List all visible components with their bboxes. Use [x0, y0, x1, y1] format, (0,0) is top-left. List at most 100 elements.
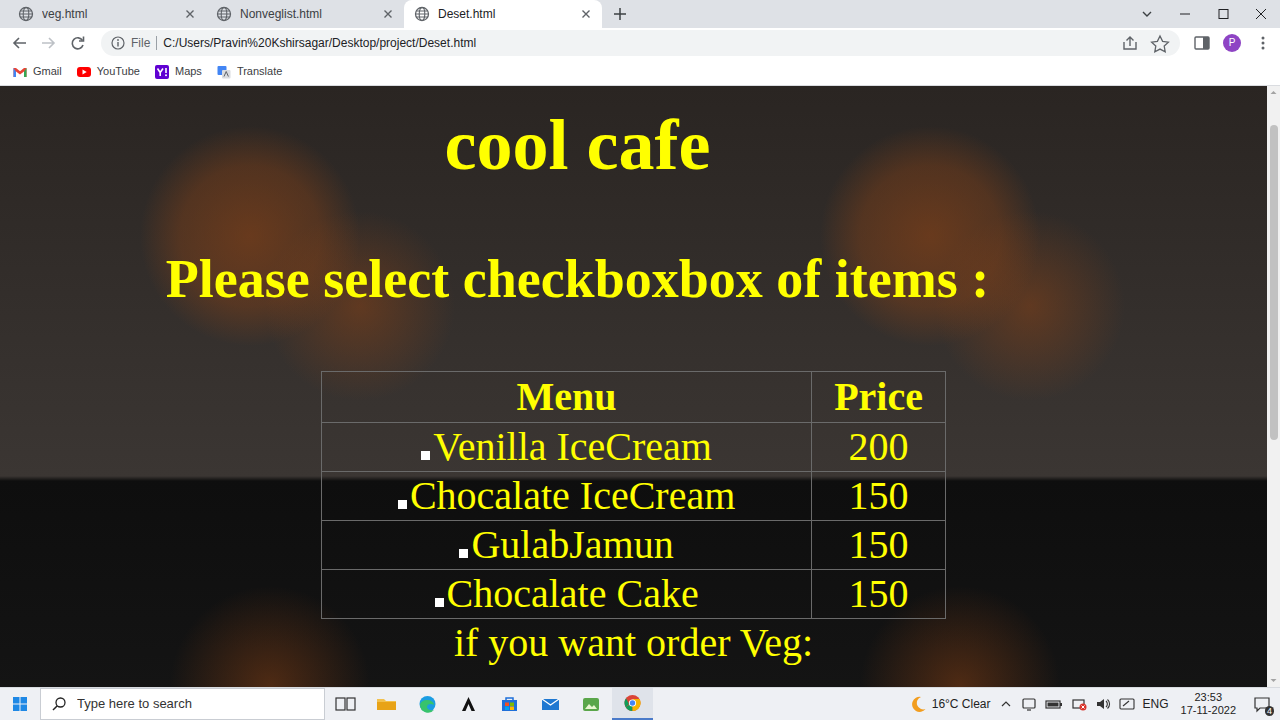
search-input[interactable]: [75, 693, 314, 715]
scroll-down-icon[interactable]: [1267, 674, 1280, 687]
mail-icon[interactable]: [530, 688, 571, 720]
menu-table-body: Venilla IceCream200Chocalate IceCream150…: [322, 423, 946, 619]
battery-icon[interactable]: [1045, 696, 1063, 712]
clock-date: 17-11-2022: [1181, 704, 1236, 717]
weather-widget[interactable]: 16°C Clear: [908, 694, 991, 714]
share-icon[interactable]: [1118, 33, 1142, 53]
close-icon[interactable]: [578, 6, 594, 22]
menu-item-cell: Venilla IceCream: [322, 423, 812, 472]
language-indicator[interactable]: ENG: [1143, 695, 1169, 713]
reload-icon[interactable]: [64, 29, 91, 57]
menu-item-cell: Chocalate IceCream: [322, 472, 812, 521]
url-scheme: File: [131, 34, 150, 52]
image-app-icon[interactable]: [571, 688, 612, 720]
translate-icon: [216, 64, 232, 80]
tray-chevron-icon[interactable]: [999, 696, 1013, 712]
windows-start-icon[interactable]: [0, 688, 40, 720]
volume-icon[interactable]: [1095, 696, 1111, 712]
menu-table-head: MenuPrice: [322, 372, 946, 423]
bookmark[interactable]: YouTube: [76, 63, 140, 80]
menu-row: Venilla IceCream 200: [322, 423, 946, 472]
moon-weather-icon: [908, 694, 928, 714]
viewport: cool cafePlease select checkboxbox of it…: [0, 86, 1280, 687]
menu-item-price: 150: [812, 521, 946, 570]
weather-text: 16°C Clear: [932, 695, 991, 713]
bookmark[interactable]: Maps: [154, 63, 202, 80]
chevron-down-icon[interactable]: [1128, 0, 1166, 28]
scroll-thumb[interactable]: [1270, 125, 1278, 440]
bookmark-label: Maps: [175, 63, 202, 80]
scroll-up-icon[interactable]: [1267, 86, 1280, 99]
scrollbar[interactable]: [1267, 86, 1280, 687]
menu-item-cell: Chocalate Cake: [322, 570, 812, 619]
close-icon[interactable]: [182, 6, 198, 22]
address-bar[interactable]: File C:/Users/Pravin%20Kshirsagar/Desktop…: [101, 30, 1180, 56]
browser-tab[interactable]: veg.html: [8, 0, 206, 28]
column-header: Price: [812, 372, 946, 423]
notification-count: 4: [1265, 706, 1274, 716]
gmail-icon: [12, 64, 28, 80]
browser-tab[interactable]: Nonveglist.html: [206, 0, 404, 28]
tab-label: veg.html: [42, 5, 174, 23]
clock-time: 23:53: [1181, 691, 1236, 704]
pen-icon[interactable]: [1119, 696, 1135, 712]
network-icon[interactable]: [1071, 696, 1087, 712]
bookmark-label: YouTube: [97, 63, 140, 80]
menu-row: GulabJamun 150: [322, 521, 946, 570]
page: cool cafePlease select checkboxbox of it…: [0, 86, 1267, 687]
youtube-icon: [76, 64, 92, 80]
chrome-icon[interactable]: [612, 688, 653, 720]
item-checkbox[interactable]: [421, 451, 430, 460]
menu-item-price: 200: [812, 423, 946, 472]
bookmark-label: Translate: [237, 63, 282, 80]
task-view-icon[interactable]: [325, 688, 366, 720]
menu-item-name: Chocalate IceCream: [410, 473, 735, 518]
info-icon[interactable]: [111, 36, 125, 50]
edge-icon[interactable]: [407, 688, 448, 720]
system-tray: 16°C Clear ENG 23:5317-11-2022 4: [908, 688, 1280, 720]
bookmark-label: Gmail: [33, 63, 62, 80]
globe-icon: [414, 6, 430, 22]
clock[interactable]: 23:5317-11-2022: [1177, 691, 1240, 717]
url-text[interactable]: C:/Users/Pravin%20Kshirsagar/Desktop/pro…: [163, 34, 476, 52]
column-header: Menu: [322, 372, 812, 423]
maximize-icon[interactable]: [1204, 0, 1242, 28]
menu-table: MenuPriceVenilla IceCream200Chocalate Ic…: [321, 371, 946, 619]
maps-icon: [154, 64, 170, 80]
url-separator: [156, 36, 157, 50]
store-icon[interactable]: [489, 688, 530, 720]
minimize-icon[interactable]: [1166, 0, 1204, 28]
star-icon[interactable]: [1148, 33, 1172, 53]
a-app-icon[interactable]: [448, 688, 489, 720]
profile-avatar[interactable]: P: [1223, 34, 1241, 52]
taskbar-search[interactable]: [40, 688, 325, 720]
file-explorer-icon[interactable]: [366, 688, 407, 720]
tab-label: Nonveglist.html: [240, 5, 372, 23]
menu-item-name: Venilla IceCream: [433, 424, 712, 469]
plus-icon[interactable]: [602, 0, 638, 28]
browser-tab[interactable]: Deset.html: [404, 0, 602, 28]
order-prompt: if you want order Veg:: [0, 619, 1267, 667]
close-window-icon[interactable]: [1242, 0, 1280, 28]
globe-icon: [18, 6, 34, 22]
item-checkbox[interactable]: [459, 549, 468, 558]
taskbar: 16°C Clear ENG 23:5317-11-2022 4: [0, 687, 1280, 720]
tray-app-icon[interactable]: [1021, 696, 1037, 712]
menu-item-price: 150: [812, 570, 946, 619]
side-panel-icon[interactable]: [1188, 29, 1215, 57]
close-icon[interactable]: [380, 6, 396, 22]
item-checkbox[interactable]: [398, 500, 407, 509]
bookmark[interactable]: Translate: [216, 63, 282, 80]
menu-row: Chocalate IceCream150: [322, 472, 946, 521]
globe-icon: [216, 6, 232, 22]
bookmark[interactable]: Gmail: [12, 63, 62, 80]
back-icon[interactable]: [6, 29, 33, 57]
notification-center[interactable]: 4: [1248, 688, 1276, 720]
item-checkbox[interactable]: [435, 598, 444, 607]
menu-header-row: MenuPrice: [322, 372, 946, 423]
menu-item-name: GulabJamun: [471, 522, 673, 567]
menu-icon[interactable]: [1249, 29, 1276, 57]
browser-toolbar: File C:/Users/Pravin%20Kshirsagar/Desktop…: [0, 28, 1280, 58]
menu-item-cell: GulabJamun: [322, 521, 812, 570]
tab-strip: veg.html Nonveglist.html Deset.html: [0, 0, 1280, 28]
